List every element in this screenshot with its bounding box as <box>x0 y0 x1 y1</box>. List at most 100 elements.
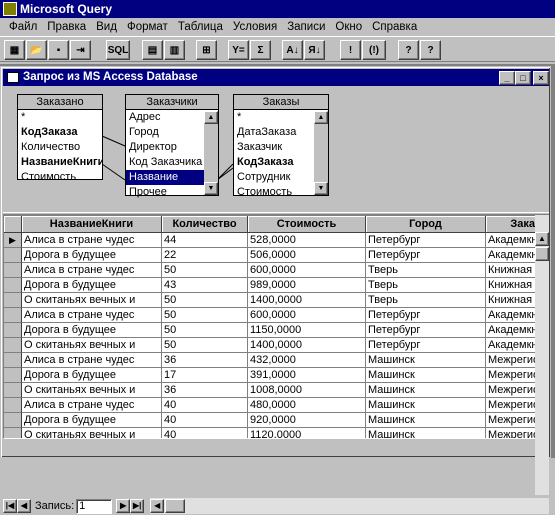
table-cell[interactable]: Петербург <box>366 338 486 353</box>
first-record-icon[interactable]: |◀ <box>3 499 17 513</box>
table-cell[interactable]: Петербург <box>366 248 486 263</box>
menu-item-8[interactable]: Справка <box>367 21 422 33</box>
table-row[interactable]: О скитаньях вечных и 50 1400,0000 Петербург… <box>4 338 548 353</box>
table-field[interactable]: Название <box>126 170 204 185</box>
table-cell[interactable]: Петербург <box>366 308 486 323</box>
table-cell[interactable]: 506,0000 <box>248 248 366 263</box>
table-cell[interactable]: Машинск <box>366 428 486 438</box>
menu-item-0[interactable]: Файл <box>4 21 42 33</box>
table-cell[interactable]: 600,0000 <box>248 308 366 323</box>
table-cell[interactable]: 22 <box>162 248 248 263</box>
table-field[interactable]: Директор <box>126 140 204 155</box>
table-row[interactable]: Дорога в будущее 50 1150,0000 Петербург Акад… <box>4 323 548 338</box>
table-cell[interactable]: О скитаньях вечных и <box>22 338 162 353</box>
table-cell[interactable]: 480,0000 <box>248 398 366 413</box>
table-cell[interactable]: 36 <box>162 353 248 368</box>
grid-corner[interactable] <box>4 216 22 233</box>
table-cell[interactable]: Алиса в стране чудес <box>22 353 162 368</box>
table-cell[interactable]: 600,0000 <box>248 263 366 278</box>
table-row[interactable]: Дорога в будущее 22 506,0000 Петербург Акаде… <box>4 248 548 263</box>
table-field-scrollbar[interactable]: ▲ ▼ <box>314 111 328 195</box>
table-cell[interactable]: Петербург <box>366 233 486 248</box>
table-cell[interactable]: 50 <box>162 338 248 353</box>
table-row[interactable]: Дорога в будущее 40 920,0000 Машинск Межреги… <box>4 413 548 428</box>
table-cell[interactable]: 1150,0000 <box>248 323 366 338</box>
menu-item-5[interactable]: Условия <box>228 21 282 33</box>
row-selector[interactable] <box>4 308 22 323</box>
table-row[interactable]: Алиса в стране чудес 40 480,0000 Машинск Меж… <box>4 398 548 413</box>
close-button[interactable]: × <box>533 71 549 85</box>
table-field[interactable]: Стоимость <box>234 185 314 200</box>
table-cell[interactable]: 50 <box>162 263 248 278</box>
table-box-zakazchiki[interactable]: Заказчики Адрес Город Директор Код Заказчика… <box>125 94 219 198</box>
return-data-icon[interactable]: ⇥ <box>70 40 91 60</box>
row-selector[interactable] <box>4 413 22 428</box>
table-cell[interactable]: О скитаньях вечных и <box>22 428 162 438</box>
maximize-button[interactable]: □ <box>515 71 531 85</box>
table-cell[interactable]: Дорога в будущее <box>22 368 162 383</box>
table-cell[interactable]: 50 <box>162 293 248 308</box>
grid-vertical-scrollbar[interactable]: ▲ <box>535 215 549 495</box>
table-row[interactable]: О скитаньях вечных и 36 1008,0000 Машинск Ме… <box>4 383 548 398</box>
menu-item-6[interactable]: Записи <box>282 21 330 33</box>
table-field[interactable]: Заказчик <box>234 140 314 155</box>
show-criteria-icon[interactable]: ▥ <box>164 40 185 60</box>
sql-button[interactable]: SQL <box>106 40 130 60</box>
table-cell[interactable]: Дорога в будущее <box>22 278 162 293</box>
menu-item-3[interactable]: Формат <box>122 21 173 33</box>
table-box-header[interactable]: Заказано <box>18 95 102 110</box>
table-field[interactable]: * <box>18 110 102 125</box>
table-cell[interactable]: 43 <box>162 278 248 293</box>
table-cell[interactable]: Дорога в будущее <box>22 248 162 263</box>
table-row[interactable]: Дорога в будущее 17 391,0000 Машинск Межреги… <box>4 368 548 383</box>
table-field-scrollbar[interactable]: ▲ ▼ <box>204 111 218 195</box>
scroll-up-icon[interactable]: ▲ <box>204 111 218 124</box>
table-cell[interactable]: Дорога в будущее <box>22 323 162 338</box>
table-cell[interactable]: Машинск <box>366 413 486 428</box>
criteria-equals-button[interactable]: Y= <box>228 40 249 60</box>
table-field[interactable]: Прочее <box>126 185 204 200</box>
table-cell[interactable]: Тверь <box>366 293 486 308</box>
table-cell[interactable]: 528,0000 <box>248 233 366 248</box>
table-field[interactable]: Город <box>126 125 204 140</box>
sort-descending-button[interactable]: Я↓ <box>304 40 325 60</box>
row-selector[interactable] <box>4 278 22 293</box>
totals-button[interactable]: Σ <box>250 40 271 60</box>
table-field[interactable]: НазваниеКниги <box>18 155 102 170</box>
new-query-icon[interactable]: ▦ <box>4 40 25 60</box>
next-record-icon[interactable]: ▶ <box>116 499 131 513</box>
table-cell[interactable]: Алиса в стране чудес <box>22 308 162 323</box>
grid-horizontal-scrollbar[interactable]: ◀ <box>150 498 549 514</box>
open-icon[interactable]: 📂 <box>26 40 47 60</box>
scroll-left-icon[interactable]: ◀ <box>150 499 165 513</box>
table-field[interactable]: Код Заказчика <box>126 155 204 170</box>
query-now-button[interactable]: ! <box>340 40 361 60</box>
menu-item-4[interactable]: Таблица <box>173 21 228 33</box>
hscroll-thumb[interactable] <box>165 499 186 513</box>
row-selector[interactable]: ▶ <box>4 233 22 248</box>
menu-item-2[interactable]: Вид <box>91 21 122 33</box>
table-cell[interactable]: 432,0000 <box>248 353 366 368</box>
row-selector[interactable] <box>4 428 22 438</box>
menu-item-1[interactable]: Правка <box>42 21 91 33</box>
table-cell[interactable]: Машинск <box>366 353 486 368</box>
record-number-field[interactable]: 1 <box>76 498 113 514</box>
table-field[interactable]: КодЗаказа <box>234 155 314 170</box>
last-record-icon[interactable]: ▶| <box>130 499 145 513</box>
table-cell[interactable]: 1400,0000 <box>248 293 366 308</box>
scroll-down-icon[interactable]: ▼ <box>314 182 328 195</box>
table-cell[interactable]: Тверь <box>366 263 486 278</box>
table-box-header[interactable]: Заказы <box>234 95 328 110</box>
table-row[interactable]: О скитаньях вечных и 40 1120,0000 Машинск Ме… <box>4 428 548 438</box>
table-cell[interactable]: 17 <box>162 368 248 383</box>
table-row[interactable]: О скитаньях вечных и 50 1400,0000 Тверь Книж… <box>4 293 548 308</box>
table-cell[interactable]: 1008,0000 <box>248 383 366 398</box>
table-row[interactable]: Алиса в стране чудес 36 432,0000 Машинск Меж… <box>4 353 548 368</box>
table-field[interactable]: Адрес <box>126 110 204 125</box>
table-field[interactable]: * <box>234 110 314 125</box>
table-row[interactable]: Алиса в стране чудес 50 600,0000 Тверь Книжн… <box>4 263 548 278</box>
table-cell[interactable]: 40 <box>162 428 248 438</box>
table-row[interactable]: Дорога в будущее43989,0000ТверьКнижная л… <box>4 278 548 293</box>
table-cell[interactable]: Машинск <box>366 368 486 383</box>
scroll-up-icon[interactable]: ▲ <box>535 232 549 246</box>
